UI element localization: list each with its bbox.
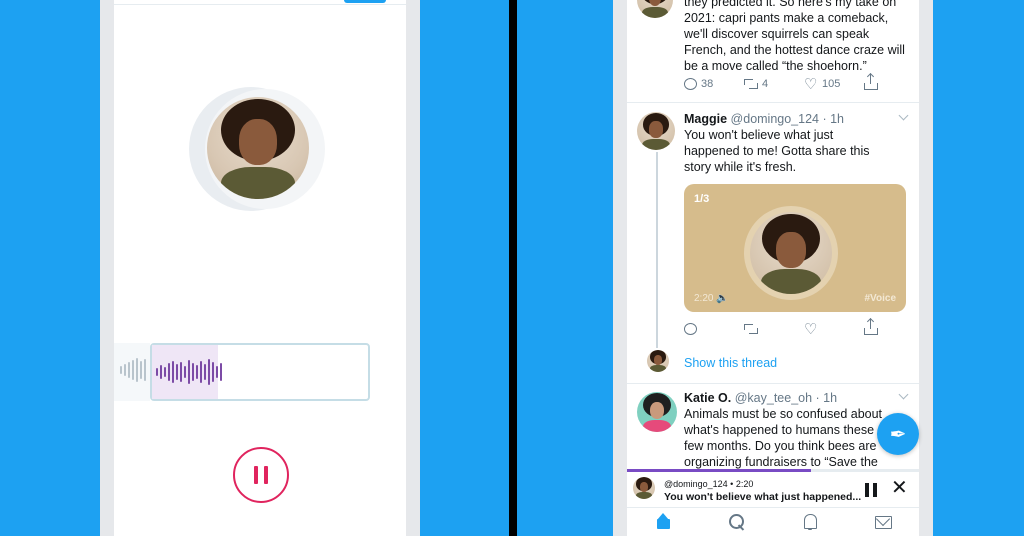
reply-button[interactable]: 38 <box>684 78 744 90</box>
recorder-avatar <box>189 87 329 211</box>
retweet-icon <box>744 78 758 90</box>
tweet-text: Animals must be so confused about what's… <box>684 407 883 469</box>
chevron-down-icon[interactable] <box>898 110 909 121</box>
waveform-bar <box>216 366 218 378</box>
waveform-recorded <box>152 345 222 399</box>
right-phone: they predicted it. So here's my take on … <box>613 0 933 536</box>
tweet-text: You won't believe what just happened to … <box>684 128 870 174</box>
like-button[interactable]: 105 <box>804 75 864 93</box>
voice-tweet-card[interactable]: 1/3 2:20 🔈 #Voice <box>684 184 906 312</box>
share-button[interactable] <box>864 319 919 335</box>
waveform-bar <box>160 365 162 379</box>
tweet-separator <box>627 383 919 384</box>
waveform-bar <box>220 363 222 381</box>
waveform-bar <box>140 361 142 379</box>
waveform-bar <box>212 362 214 382</box>
tweet-separator <box>627 102 919 103</box>
messages-icon[interactable] <box>873 512 893 532</box>
waveform-bar <box>120 366 122 374</box>
waveform-bar <box>172 361 174 383</box>
reply-icon <box>684 78 697 90</box>
player-handle: @domingo_124 • 2:20 <box>664 479 754 489</box>
waveform-bar <box>192 363 194 381</box>
tweet-button-edge[interactable] <box>344 0 386 3</box>
waveform-bar <box>188 360 190 384</box>
player-title: You won't believe what just happened... <box>664 491 862 503</box>
top-divider <box>114 4 406 5</box>
like-button[interactable] <box>804 320 864 338</box>
heart-icon <box>804 320 818 338</box>
notifications-icon[interactable] <box>800 512 820 532</box>
waveform-bar <box>144 359 146 381</box>
player-avatar <box>633 477 655 499</box>
timeline-screen: they predicted it. So here's my take on … <box>627 0 919 536</box>
tweet-author[interactable]: Maggie @domingo_124 · 1h <box>684 112 844 126</box>
reply-button[interactable] <box>684 323 744 335</box>
profile-photo <box>207 97 309 199</box>
close-icon[interactable]: ✕ <box>891 478 908 498</box>
chevron-down-icon[interactable] <box>898 389 909 400</box>
pause-icon[interactable] <box>865 483 877 497</box>
retweet-button[interactable] <box>744 323 804 335</box>
retweet-icon <box>744 323 758 335</box>
waveform-bar <box>132 360 134 380</box>
left-phone <box>100 0 420 536</box>
waveform-bar <box>168 363 170 381</box>
search-icon[interactable] <box>727 512 747 532</box>
compose-button[interactable]: ✒ <box>877 413 919 455</box>
waveform-grey <box>120 343 146 397</box>
playback-progress[interactable] <box>627 469 919 472</box>
compose-feather-icon: ✒ <box>889 423 907 446</box>
waveform-bar <box>164 367 166 377</box>
waveform-history <box>114 343 150 401</box>
retweet-button[interactable]: 4 <box>744 78 804 90</box>
tweet-text: they predicted it. So here's my take on … <box>684 0 905 73</box>
waveform-box <box>150 343 370 401</box>
voice-player-dock[interactable]: @domingo_124 • 2:20 You won't believe wh… <box>627 469 919 507</box>
waveform-bar <box>184 366 186 378</box>
tweet-author[interactable]: Katie O. @kay_tee_oh · 1h <box>684 391 837 405</box>
home-icon[interactable] <box>654 512 674 532</box>
waveform-bar <box>204 364 206 380</box>
waveform-bar <box>156 368 158 376</box>
bottom-tab-bar <box>627 507 919 536</box>
avatar-maggie[interactable] <box>637 112 675 150</box>
share-icon <box>864 74 878 90</box>
waveform-bar <box>180 362 182 382</box>
heart-icon <box>804 75 818 93</box>
share-button[interactable] <box>864 74 919 90</box>
voice-page-count: 1/3 <box>694 193 710 205</box>
thread-avatar <box>647 350 669 372</box>
waveform-bar <box>196 365 198 379</box>
voice-duration: 2:20 🔈 <box>694 293 729 304</box>
waveform-bar <box>176 364 178 380</box>
waveform-purple <box>156 345 222 399</box>
share-icon <box>864 319 878 335</box>
thread-line <box>656 152 658 348</box>
voice-hashtag[interactable]: #Voice <box>865 293 897 304</box>
voice-recorder-screen <box>114 0 406 536</box>
avatar-katie[interactable] <box>637 392 677 432</box>
reply-icon <box>684 323 697 335</box>
waveform-bar <box>208 359 210 385</box>
avatar[interactable] <box>637 0 673 18</box>
record-pause-button[interactable] <box>233 447 289 503</box>
show-thread-link[interactable]: Show this thread <box>684 356 777 370</box>
waveform-bar <box>136 358 138 382</box>
black-divider <box>509 0 517 536</box>
waveform-bar <box>128 362 130 378</box>
waveform-bar <box>124 364 126 376</box>
tweet-actions: 38 4 105 <box>684 74 919 93</box>
voice-card-avatar <box>750 212 832 294</box>
tweet-actions <box>684 319 919 338</box>
waveform-bar <box>200 361 202 383</box>
pause-icon <box>254 466 258 484</box>
